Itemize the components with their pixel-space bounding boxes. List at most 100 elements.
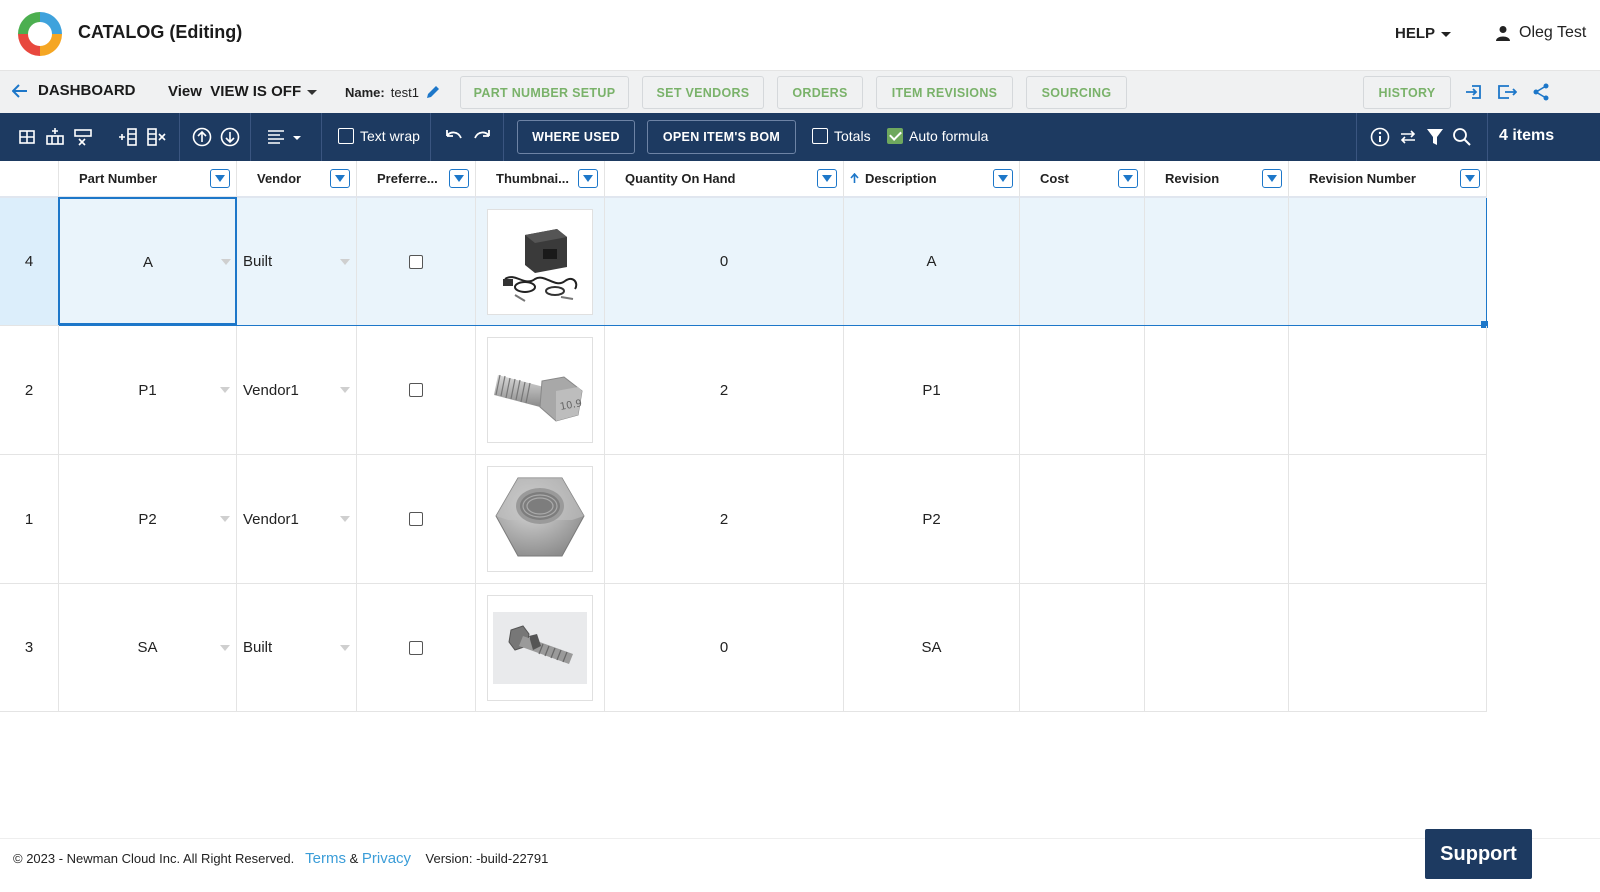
- revision-cell[interactable]: [1145, 584, 1289, 712]
- description-cell[interactable]: A: [844, 198, 1020, 326]
- revision-cell[interactable]: [1145, 326, 1289, 455]
- vendor-cell[interactable]: Vendor1: [237, 326, 357, 455]
- column-header-quantity[interactable]: Quantity On Hand: [605, 161, 844, 198]
- part-number-setup-button[interactable]: PART NUMBER SETUP: [460, 76, 629, 109]
- column-header-revision[interactable]: Revision: [1145, 161, 1289, 198]
- sourcing-button[interactable]: SOURCING: [1026, 76, 1127, 109]
- swap-icon[interactable]: [1398, 127, 1418, 147]
- support-button[interactable]: Support: [1425, 829, 1532, 879]
- revision-number-cell[interactable]: [1289, 326, 1487, 455]
- revision-number-cell[interactable]: [1289, 198, 1487, 326]
- quantity-cell[interactable]: 0: [605, 584, 844, 712]
- column-header-part-number[interactable]: Part Number: [59, 161, 237, 198]
- import-icon[interactable]: [1465, 83, 1483, 101]
- thumbnail-cell[interactable]: 10.9: [476, 326, 605, 455]
- filter-dropdown-icon[interactable]: [210, 169, 230, 188]
- column-header-cost[interactable]: Cost: [1020, 161, 1145, 198]
- vendor-cell[interactable]: Built: [237, 198, 357, 326]
- thumbnail-bolt-assembly[interactable]: [487, 594, 593, 701]
- preferred-cell[interactable]: [357, 455, 476, 584]
- filter-dropdown-icon[interactable]: [449, 169, 469, 188]
- revision-cell[interactable]: [1145, 455, 1289, 584]
- description-cell[interactable]: P1: [844, 326, 1020, 455]
- preferred-cell[interactable]: [357, 326, 476, 455]
- thumbnail-welder-kit[interactable]: [487, 208, 593, 315]
- quantity-cell[interactable]: 2: [605, 326, 844, 455]
- cost-cell[interactable]: [1020, 455, 1145, 584]
- view-selector[interactable]: View VIEW IS OFF: [168, 83, 318, 100]
- insert-column-icon[interactable]: [118, 127, 138, 147]
- part-number-cell[interactable]: P2: [59, 455, 237, 584]
- filter-icon[interactable]: [1426, 127, 1444, 147]
- orders-button[interactable]: ORDERS: [777, 76, 863, 109]
- filter-dropdown-icon[interactable]: [817, 169, 837, 188]
- quantity-cell[interactable]: 0: [605, 198, 844, 326]
- pencil-icon[interactable]: [425, 84, 441, 100]
- thumbnail-cell[interactable]: [476, 198, 605, 326]
- preferred-checkbox[interactable]: [409, 640, 423, 655]
- auto-formula-checkbox[interactable]: [887, 128, 903, 144]
- part-number-cell[interactable]: P1: [59, 326, 237, 455]
- thumbnail-cell[interactable]: [476, 455, 605, 584]
- thumbnail-hex-nut[interactable]: [487, 466, 593, 572]
- revision-number-cell[interactable]: [1289, 455, 1487, 584]
- dropdown-arrow-icon[interactable]: [340, 387, 350, 393]
- move-up-icon[interactable]: [192, 127, 212, 147]
- cost-cell[interactable]: [1020, 326, 1145, 455]
- dropdown-arrow-icon[interactable]: [221, 259, 231, 265]
- set-vendors-button[interactable]: SET VENDORS: [642, 76, 764, 109]
- search-icon[interactable]: [1452, 127, 1472, 147]
- quantity-cell[interactable]: 2: [605, 455, 844, 584]
- filter-dropdown-icon[interactable]: [1118, 169, 1138, 188]
- preferred-cell[interactable]: [357, 198, 476, 326]
- totals-toggle[interactable]: Totals: [812, 128, 871, 144]
- preferred-checkbox[interactable]: [409, 512, 423, 526]
- column-header-vendor[interactable]: Vendor: [237, 161, 357, 198]
- export-icon[interactable]: [1497, 83, 1517, 101]
- delete-column-icon[interactable]: [146, 127, 168, 147]
- text-wrap-toggle[interactable]: Text wrap: [338, 128, 420, 144]
- filter-dropdown-icon[interactable]: [578, 169, 598, 188]
- filter-dropdown-icon[interactable]: [993, 169, 1013, 188]
- info-icon[interactable]: [1370, 127, 1390, 147]
- cost-cell[interactable]: [1020, 584, 1145, 712]
- cost-cell[interactable]: [1020, 198, 1145, 326]
- user-menu[interactable]: Oleg Test: [1495, 24, 1586, 42]
- help-menu[interactable]: HELP: [1395, 25, 1452, 42]
- revision-number-cell[interactable]: [1289, 584, 1487, 712]
- column-header-thumbnail[interactable]: Thumbnai...: [476, 161, 605, 198]
- open-bom-button[interactable]: OPEN ITEM'S BOM: [647, 120, 796, 154]
- preferred-cell[interactable]: [357, 584, 476, 712]
- share-icon[interactable]: [1532, 83, 1550, 101]
- history-button[interactable]: HISTORY: [1363, 76, 1451, 109]
- dropdown-arrow-icon[interactable]: [340, 644, 350, 651]
- vendor-cell[interactable]: Built: [237, 584, 357, 712]
- dropdown-arrow-icon[interactable]: [220, 644, 230, 651]
- text-wrap-checkbox[interactable]: [338, 128, 354, 144]
- undo-icon[interactable]: [444, 127, 464, 147]
- dropdown-arrow-icon[interactable]: [220, 516, 230, 522]
- part-number-cell[interactable]: SA: [59, 584, 237, 712]
- name-field[interactable]: Name: test1: [345, 84, 441, 100]
- where-used-button[interactable]: WHERE USED: [517, 120, 635, 154]
- dropdown-arrow-icon[interactable]: [340, 516, 350, 522]
- row-number[interactable]: 4: [0, 198, 59, 326]
- insert-row-above-icon[interactable]: [17, 127, 37, 147]
- back-to-dashboard[interactable]: DASHBOARD: [12, 82, 136, 99]
- filter-dropdown-icon[interactable]: [1262, 169, 1282, 188]
- insert-row-below-icon[interactable]: [45, 127, 65, 147]
- column-header-description[interactable]: Description: [844, 161, 1020, 198]
- dropdown-arrow-icon[interactable]: [340, 258, 350, 265]
- row-number[interactable]: 3: [0, 584, 59, 712]
- align-menu-icon[interactable]: [267, 127, 303, 147]
- column-header-preferred[interactable]: Preferre...: [357, 161, 476, 198]
- thumbnail-hex-bolt[interactable]: 10.9: [487, 337, 593, 443]
- privacy-link[interactable]: Privacy: [362, 850, 411, 867]
- auto-formula-toggle[interactable]: Auto formula: [887, 128, 988, 144]
- revision-cell[interactable]: [1145, 198, 1289, 326]
- app-logo[interactable]: [16, 10, 64, 58]
- description-cell[interactable]: P2: [844, 455, 1020, 584]
- item-revisions-button[interactable]: ITEM REVISIONS: [876, 76, 1013, 109]
- preferred-checkbox[interactable]: [409, 254, 423, 269]
- thumbnail-cell[interactable]: [476, 584, 605, 712]
